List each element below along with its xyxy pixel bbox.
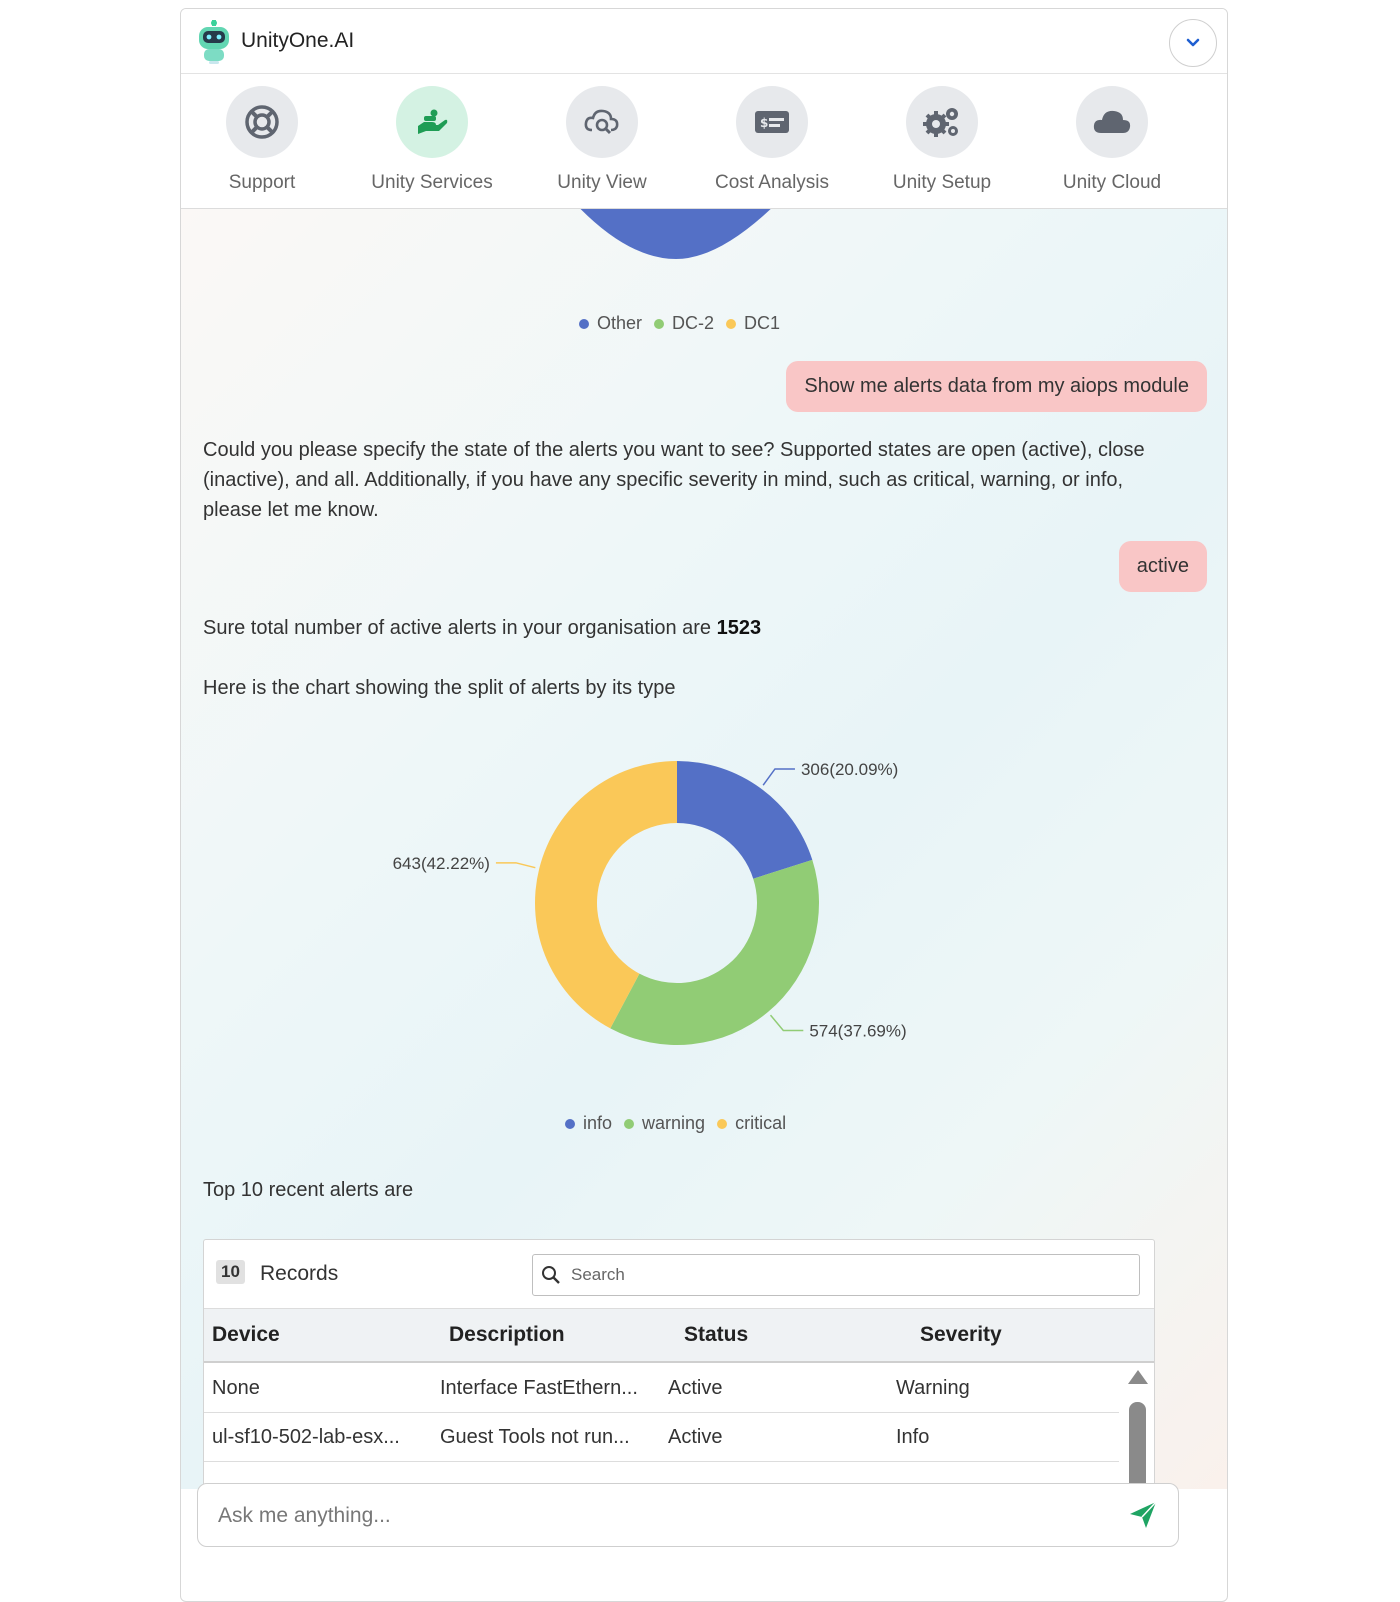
alerts-table: 10 Records Device Description Status Sev… — [203, 1239, 1155, 1489]
cell-device: None — [212, 1377, 260, 1399]
app-title: UnityOne.AI — [241, 29, 355, 52]
data-label-leader-line — [495, 862, 536, 869]
cell-status: Active — [668, 1426, 723, 1448]
nav-label: Unity View — [557, 172, 647, 193]
bot-message: Here is the chart showing the split of a… — [203, 677, 676, 699]
nav-label: Support — [228, 172, 296, 193]
robot-logo-icon — [199, 20, 229, 64]
service-nav: Support Unity Services Unity View $ Cost… — [181, 74, 1227, 209]
user-message: active — [1118, 541, 1207, 592]
data-label-leader-line — [762, 768, 795, 786]
data-label: 574(37.69%) — [809, 1021, 906, 1040]
scroll-thumb[interactable] — [1129, 1402, 1146, 1489]
legend-label: DC1 — [744, 313, 781, 333]
app-header: UnityOne.AI — [181, 9, 1227, 74]
cell-severity: Info — [896, 1426, 930, 1448]
legend-label: critical — [735, 1113, 787, 1133]
alerts-chart-legend: info warning critical — [553, 1113, 786, 1134]
legend-label: info — [583, 1113, 613, 1133]
nav-item-unity-view[interactable]: Unity View — [527, 86, 677, 206]
scroll-up-arrow-icon[interactable] — [1128, 1370, 1148, 1384]
message-composer — [197, 1483, 1179, 1547]
data-label-leader-line — [769, 1014, 804, 1032]
search-input[interactable] — [569, 1259, 1133, 1291]
cell-description: Interface FastEthern... — [440, 1377, 638, 1399]
cell-status: Active — [668, 1377, 723, 1399]
donut-slice-info[interactable] — [677, 761, 813, 879]
nav-label: Unity Services — [371, 172, 493, 193]
legend-label: DC-2 — [672, 313, 715, 333]
user-message: Show me alerts data from my aiops module — [786, 361, 1207, 412]
column-header-severity[interactable]: Severity — [920, 1323, 1002, 1347]
nav-item-unity-cloud[interactable]: Unity Cloud — [1037, 86, 1187, 206]
chat-panel: UnityOne.AI Support Unity Services Unity… — [180, 8, 1228, 1602]
nav-label: Cost Analysis — [714, 172, 830, 193]
hand-service-icon — [418, 109, 448, 134]
cloud-icon — [1093, 110, 1131, 133]
column-header-status[interactable]: Status — [684, 1323, 748, 1347]
send-icon[interactable] — [1128, 1500, 1158, 1530]
records-label: Records — [260, 1262, 339, 1285]
cell-device: ul-sf10-502-lab-esx... — [212, 1426, 400, 1448]
nav-item-unity-services[interactable]: Unity Services — [357, 86, 507, 206]
data-label: 643(42.22%) — [393, 854, 490, 873]
chat-input[interactable] — [216, 1498, 1110, 1534]
cloud-search-icon — [584, 109, 619, 135]
table-search[interactable] — [532, 1254, 1140, 1296]
data-label: 306(20.09%) — [801, 760, 898, 779]
svg-text:$: $ — [760, 116, 768, 130]
search-icon — [542, 1266, 560, 1284]
previous-chart-legend: Other DC-2 DC1 — [567, 313, 780, 334]
gears-icon — [923, 108, 958, 137]
nav-label: Unity Setup — [892, 172, 992, 193]
table-row[interactable]: ul-sf10-502-lab-esx... Guest Tools not r… — [204, 1413, 1119, 1462]
money-bill-icon: $ — [755, 111, 789, 133]
chevron-down-icon — [1186, 38, 1200, 47]
bot-message: Could you please specify the state of th… — [203, 439, 1145, 521]
lifebuoy-icon — [245, 105, 279, 139]
conversation-area: Other DC-2 DC1 Show me alerts data from … — [181, 209, 1227, 1489]
cell-severity: Warning — [896, 1377, 970, 1399]
legend-label: warning — [642, 1113, 706, 1133]
column-header-description[interactable]: Description — [449, 1323, 565, 1347]
table-scrollbar[interactable] — [1124, 1366, 1150, 1489]
bot-message: Sure total number of active alerts in yo… — [203, 613, 761, 643]
table-header: Device Description Status Severity — [204, 1309, 1154, 1363]
records-count-badge: 10 — [216, 1260, 245, 1284]
nav-item-support[interactable]: Support — [187, 86, 337, 206]
table-row[interactable]: None Interface FastEthern... Active Warn… — [204, 1364, 1119, 1413]
nav-item-cost-analysis[interactable]: $ Cost Analysis — [697, 86, 847, 206]
previous-chart-remnant — [580, 209, 771, 259]
alert-count: 1523 — [716, 617, 762, 639]
donut-slice-warning[interactable] — [610, 859, 819, 1045]
nav-label: Unity Cloud — [1062, 172, 1162, 193]
alerts-donut-chart: 306(20.09%) 574(37.69%) 643(42.22%) — [393, 760, 907, 1045]
nav-item-unity-setup[interactable]: Unity Setup — [867, 86, 1017, 206]
table-toolbar: 10 Records — [204, 1240, 1154, 1309]
legend-label: Other — [597, 313, 643, 333]
column-header-device[interactable]: Device — [212, 1323, 280, 1347]
bot-message: Top 10 recent alerts are — [203, 1179, 414, 1201]
bot-message-text: Sure total number of active alerts in yo… — [203, 617, 712, 639]
collapse-button[interactable] — [1169, 19, 1217, 67]
cell-description: Guest Tools not run... — [440, 1426, 630, 1448]
